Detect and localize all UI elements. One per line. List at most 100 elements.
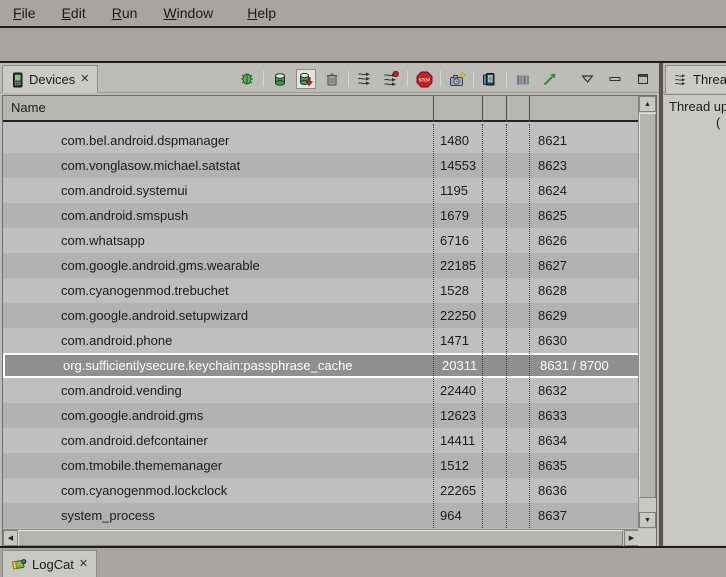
table-row[interactable]: com.whatsapp67168626 <box>3 228 640 253</box>
client-port: 8636 <box>538 478 567 503</box>
scroll-left-icon[interactable]: ◀ <box>3 530 18 546</box>
client-name: com.android.smspush <box>61 203 188 228</box>
client-name: com.bel.android.dspmanager <box>61 128 229 153</box>
client-pid: 22250 <box>440 303 476 328</box>
column-divider[interactable] <box>433 96 434 122</box>
table-row[interactable]: com.android.phone14718630 <box>3 328 640 353</box>
client-pid: 14411 <box>440 428 475 453</box>
client-port: 8628 <box>538 278 567 303</box>
menu-run[interactable]: Run <box>99 5 151 21</box>
capture-systrace-icon[interactable] <box>513 69 533 89</box>
update-threads-icon[interactable] <box>355 69 375 89</box>
table-row[interactable]: com.android.defcontainer 14411 8634 <box>3 428 640 453</box>
client-name: com.cyanogenmod.trebuchet <box>61 278 229 303</box>
debug-attach-icon[interactable] <box>237 69 257 89</box>
maximize-icon[interactable] <box>633 69 653 89</box>
client-port: 8633 <box>538 403 567 428</box>
threads-icon <box>674 73 688 87</box>
minimize-icon[interactable] <box>605 69 625 89</box>
update-heap-icon[interactable] <box>270 69 290 89</box>
threads-message-line1: Thread up <box>669 99 726 114</box>
column-header-name[interactable]: Name <box>11 100 46 115</box>
toolbar-separator <box>407 71 408 87</box>
empty-toolbar-strip <box>0 28 726 61</box>
client-port: 8621 <box>538 128 567 153</box>
client-port: 8629 <box>538 303 567 328</box>
view-menu-icon[interactable] <box>577 69 597 89</box>
table-row[interactable]: com.google.android.gms.wearable221858627 <box>3 253 640 278</box>
dump-hprof-icon[interactable] <box>296 69 316 89</box>
start-method-profiling-icon[interactable] <box>381 69 401 89</box>
table-row[interactable]: system_process9648637 <box>3 503 640 528</box>
table-header: Name <box>3 96 640 122</box>
toolbar-separator <box>506 71 507 87</box>
table-row[interactable]: com.google.android.gms126238633 <box>3 403 640 428</box>
client-pid: 22440 <box>440 378 476 403</box>
client-pid: 1512 <box>440 453 469 478</box>
vertical-scrollbar[interactable]: ▲ ▼ <box>638 96 656 528</box>
table-row[interactable]: org.sufficientlysecure.keychain:passphra… <box>3 353 640 378</box>
client-name: com.google.android.setupwizard <box>61 303 248 328</box>
client-port: 8634 <box>538 428 567 453</box>
table-row[interactable]: com.android.systemui11958624 <box>3 178 640 203</box>
phone-icon <box>11 72 24 88</box>
table-row[interactable]: com.android.vending 22440 8632 <box>3 378 640 403</box>
scroll-down-icon[interactable]: ▼ <box>639 512 656 528</box>
client-pid: 6716 <box>440 228 469 253</box>
table-row[interactable]: com.cyanogenmod.lockclock222658636 <box>3 478 640 503</box>
panel-window-buttons <box>577 69 653 89</box>
column-divider[interactable] <box>482 96 483 122</box>
tab-logcat[interactable]: LogCat ✕ <box>2 550 97 577</box>
table-row[interactable]: com.google.android.setupwizard 22250 8629 <box>3 303 640 328</box>
client-port: 8635 <box>538 453 567 478</box>
client-pid: 1480 <box>440 128 469 153</box>
start-opengl-trace-icon[interactable] <box>539 69 559 89</box>
threads-tabbar: Threa <box>663 63 726 93</box>
close-icon[interactable]: ✕ <box>80 74 89 85</box>
client-name: com.android.defcontainer <box>61 428 208 453</box>
menu-window[interactable]: Window <box>150 5 226 21</box>
client-name: com.android.phone <box>61 328 172 353</box>
client-pid: 22185 <box>440 253 476 278</box>
vertical-scrollbar-thumb[interactable] <box>639 113 656 498</box>
device-table-rows: com.bel.android.dspmanager14808621com.vo… <box>3 124 640 528</box>
tab-devices[interactable]: Devices ✕ <box>2 65 98 93</box>
client-name: com.google.android.gms <box>61 403 203 428</box>
menu-file[interactable]: File <box>0 5 49 21</box>
tab-threads-label: Threa <box>693 72 726 87</box>
tab-devices-label: Devices <box>29 72 75 87</box>
stop-process-icon[interactable]: STOP <box>414 69 434 89</box>
horizontal-scrollbar[interactable]: ◀ ▶ <box>3 529 640 546</box>
screen-capture-icon[interactable] <box>447 69 467 89</box>
scroll-right-icon[interactable]: ▶ <box>624 530 639 546</box>
threads-message: Thread up ( <box>664 94 726 545</box>
menu-edit[interactable]: Edit <box>49 5 99 21</box>
client-name: org.sufficientlysecure.keychain:passphra… <box>63 355 353 376</box>
scroll-up-icon[interactable]: ▲ <box>639 96 656 112</box>
toolbar-separator <box>440 71 441 87</box>
table-row[interactable]: com.tmobile.thememanager15128635 <box>3 453 640 478</box>
table-row[interactable]: com.android.smspush16798625 <box>3 203 640 228</box>
column-divider[interactable] <box>529 96 530 122</box>
client-name: com.whatsapp <box>61 228 145 253</box>
client-pid: 964 <box>440 503 462 528</box>
cause-gc-icon[interactable] <box>322 69 342 89</box>
client-name: com.android.vending <box>61 378 182 403</box>
client-port: 8632 <box>538 378 567 403</box>
menu-help[interactable]: Help <box>234 5 289 21</box>
toolbar-separator <box>263 71 264 87</box>
table-row[interactable]: com.vonglasow.michael.satstat145538623 <box>3 153 640 178</box>
svg-text:STOP: STOP <box>418 77 430 82</box>
tab-threads[interactable]: Threa <box>665 65 726 93</box>
device-screen-icon[interactable] <box>480 69 500 89</box>
client-name: com.vonglasow.michael.satstat <box>61 153 240 178</box>
client-port: 8637 <box>538 503 567 528</box>
horizontal-scrollbar-thumb[interactable] <box>18 530 623 546</box>
table-row[interactable]: com.cyanogenmod.trebuchet15288628 <box>3 278 640 303</box>
table-row[interactable]: com.bel.android.dspmanager 1480 8621 <box>3 128 640 153</box>
close-icon[interactable]: ✕ <box>79 559 88 570</box>
logcat-icon <box>11 556 27 572</box>
threads-panel: Threa Thread up ( <box>663 63 726 546</box>
client-name: com.android.systemui <box>61 178 187 203</box>
column-divider[interactable] <box>506 96 507 122</box>
